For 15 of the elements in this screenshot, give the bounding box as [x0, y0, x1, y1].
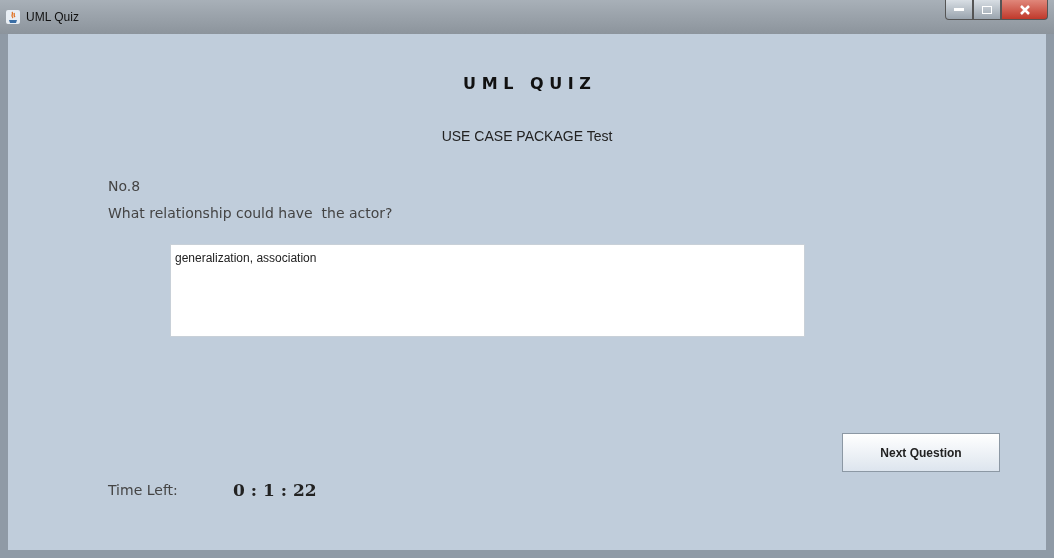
- test-subtitle: USE CASE PACKAGE Test: [441, 128, 613, 144]
- minimize-button[interactable]: [945, 0, 973, 20]
- question-text: What relationship could have the actor?: [108, 205, 394, 221]
- close-button[interactable]: [1001, 0, 1048, 20]
- maximize-icon: [982, 5, 992, 14]
- answer-field[interactable]: generalization, association: [170, 244, 805, 337]
- question-number: No.8: [108, 178, 142, 194]
- next-question-button[interactable]: Next Question: [842, 433, 1000, 472]
- close-icon: [1018, 4, 1031, 15]
- time-left-value: 0 : 1 : 22: [233, 480, 317, 500]
- minimize-icon: [954, 7, 964, 12]
- time-left-label: Time Left:: [108, 482, 179, 498]
- window-title: UML Quiz: [26, 10, 79, 24]
- maximize-button[interactable]: [973, 0, 1001, 20]
- quiz-heading: U M L Q U I Z: [463, 74, 591, 93]
